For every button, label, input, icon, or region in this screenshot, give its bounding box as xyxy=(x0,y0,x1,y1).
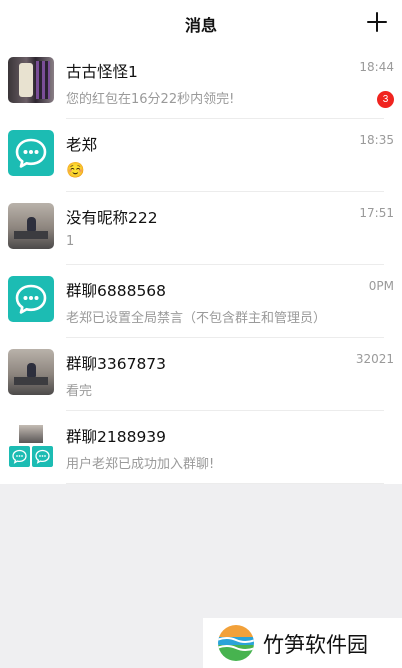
conversation-time: 18:35 xyxy=(359,133,394,147)
conversation-list: 古古怪怪1 您的红包在16分22秒内领完! 18:44 3 老郑 ☺️ 18:3… xyxy=(0,46,402,484)
avatar xyxy=(8,57,54,103)
conversation-name: 老郑 xyxy=(66,136,98,154)
conversation-name: 古古怪怪1 xyxy=(66,63,138,81)
bamboo-logo-icon xyxy=(218,625,254,661)
conversation-time: 0PM xyxy=(368,279,394,293)
conversation-row[interactable]: 群聊6888568 老郑已设置全局禁言（不包含群主和管理员） 0PM xyxy=(0,265,402,338)
watermark-text: 竹笋软件园 xyxy=(263,633,368,657)
chat-bubble-icon xyxy=(8,276,54,322)
avatar xyxy=(8,203,54,249)
conversation-preview: 您的红包在16分22秒内领完! xyxy=(66,92,235,107)
conversation-preview: ☺️ xyxy=(66,161,85,179)
conversation-time: 17:51 xyxy=(359,206,394,220)
top-bar: 消息 xyxy=(0,0,402,46)
conversation-name: 没有昵称222 xyxy=(66,209,158,227)
chat-bubble-icon xyxy=(8,130,54,176)
conversation-name: 群聊6888568 xyxy=(66,282,167,300)
plus-icon[interactable] xyxy=(366,11,388,33)
conversation-row[interactable]: 群聊2188939 用户老郑已成功加入群聊! xyxy=(0,411,402,484)
conversation-preview: 看完 xyxy=(66,384,93,399)
conversation-preview: 老郑已设置全局禁言（不包含群主和管理员） xyxy=(66,311,327,326)
conversation-name: 群聊2188939 xyxy=(66,428,167,446)
page-title: 消息 xyxy=(184,16,217,35)
conversation-name: 群聊3367873 xyxy=(66,355,167,373)
unread-badge: 3 xyxy=(377,91,394,108)
conversation-row[interactable]: 古古怪怪1 您的红包在16分22秒内领完! 18:44 3 xyxy=(0,46,402,119)
conversation-time: 18:44 xyxy=(359,60,394,74)
conversation-row[interactable]: 老郑 ☺️ 18:35 xyxy=(0,119,402,192)
group-collage-avatar xyxy=(8,422,54,468)
conversation-time: 32021 xyxy=(355,352,394,366)
conversation-preview: 1 xyxy=(66,234,75,249)
conversation-row[interactable]: 群聊3367873 看完 32021 xyxy=(0,338,402,411)
avatar xyxy=(8,349,54,395)
conversation-preview: 用户老郑已成功加入群聊! xyxy=(66,457,215,472)
watermark: 竹笋软件园 xyxy=(203,618,402,668)
conversation-row[interactable]: 没有昵称222 1 17:51 xyxy=(0,192,402,265)
